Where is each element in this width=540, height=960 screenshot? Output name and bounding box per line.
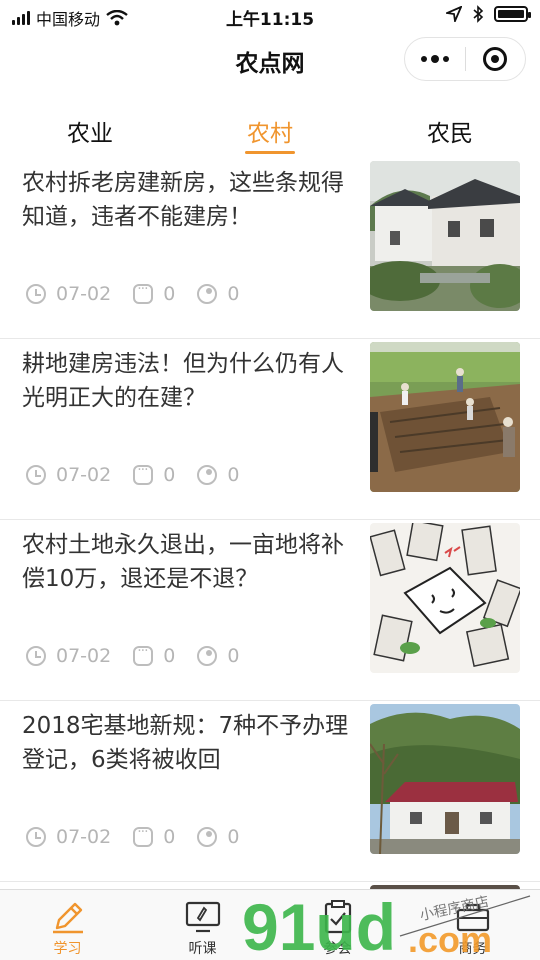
category-tabs: 农业 农村 农民 — [0, 100, 540, 158]
comment-count: 0 — [163, 283, 176, 305]
comment-count: 0 — [163, 464, 176, 486]
comment-count: 0 — [163, 645, 176, 667]
bottom-tab-bar: 学习 听课 参会 商务 — [0, 889, 540, 960]
article-thumbnail — [370, 523, 520, 673]
tabbar-item-study[interactable]: 学习 — [0, 890, 135, 960]
clipboard-icon — [324, 900, 351, 934]
clock-icon — [26, 465, 46, 485]
clock-icon — [26, 646, 46, 666]
status-bar: 中国移动 上午11:15 — [0, 0, 540, 32]
close-circle-icon — [483, 47, 508, 71]
tab-agriculture[interactable]: 农业 — [0, 100, 180, 158]
nav-bar: 农点网 — [0, 32, 540, 88]
article-item[interactable]: 耕地建房违法！但为什么仍有人光明正大的在建？ 07-02 0 0 — [0, 339, 540, 520]
tabbar-item-lecture[interactable]: 听课 — [135, 890, 270, 960]
article-thumbnail — [370, 342, 520, 492]
location-arrow-icon — [446, 6, 462, 22]
comment-icon — [133, 462, 154, 485]
article-meta: 07-02 0 0 — [26, 824, 261, 848]
article-date: 07-02 — [56, 645, 112, 667]
tab-farmers[interactable]: 农民 — [360, 100, 540, 158]
view-count: 0 — [227, 645, 240, 667]
article-date: 07-02 — [56, 283, 112, 305]
battery-icon — [494, 6, 531, 22]
article-title: 2018宅基地新规：7种不予办理登记，6类将被收回 — [22, 713, 349, 773]
comment-icon — [133, 281, 154, 304]
tabbar-item-meeting[interactable]: 参会 — [270, 890, 405, 960]
view-count: 0 — [227, 464, 240, 486]
tab-rural[interactable]: 农村 — [180, 100, 360, 158]
article-title: 农村土地永久退出，一亩地将补偿10万，退还是不退？ — [22, 532, 344, 592]
miniprogram-capsule — [404, 37, 526, 81]
tabbar-label: 商务 — [458, 941, 487, 957]
article-thumbnail — [370, 161, 520, 311]
article-item[interactable]: 农村拆老房建新房，这些条规得知道，违者不能建房！ 07-02 0 0 — [0, 158, 540, 339]
comment-icon — [133, 824, 154, 847]
tabbar-item-business[interactable]: 商务 — [405, 890, 540, 960]
view-count: 0 — [227, 283, 240, 305]
clock-icon — [26, 284, 46, 304]
article-title: 农村拆老房建新房，这些条规得知道，违者不能建房！ — [22, 170, 344, 230]
tabbar-label: 听课 — [188, 941, 217, 957]
article-date: 07-02 — [56, 464, 112, 486]
article-title: 耕地建房违法！但为什么仍有人光明正大的在建？ — [22, 351, 344, 411]
tab-label: 农村 — [247, 121, 293, 147]
view-count: 0 — [227, 826, 240, 848]
eye-icon — [197, 646, 218, 666]
eye-icon — [197, 284, 218, 304]
tabbar-label: 学习 — [53, 941, 82, 957]
tabbar-label: 参会 — [323, 941, 352, 957]
article-meta: 07-02 0 0 — [26, 281, 261, 305]
comment-count: 0 — [163, 826, 176, 848]
article-thumbnail — [370, 704, 520, 854]
eye-icon — [197, 827, 218, 847]
bluetooth-icon — [473, 5, 484, 23]
comment-icon — [133, 643, 154, 666]
status-right — [446, 5, 531, 23]
pencil-icon — [52, 902, 83, 934]
briefcase-icon — [456, 903, 489, 932]
close-button[interactable] — [465, 38, 525, 80]
article-meta: 07-02 0 0 — [26, 462, 261, 486]
more-button[interactable] — [405, 38, 465, 80]
article-meta: 07-02 0 0 — [26, 643, 261, 667]
monitor-icon — [185, 901, 220, 933]
article-item[interactable]: 2018宅基地新规：7种不予办理登记，6类将被收回 07-02 0 0 — [0, 701, 540, 882]
article-item[interactable]: 农村土地永久退出，一亩地将补偿10万，退还是不退？ 07-02 0 0 — [0, 520, 540, 701]
active-tab-indicator — [245, 151, 295, 154]
clock-icon — [26, 827, 46, 847]
article-date: 07-02 — [56, 826, 112, 848]
tab-label: 农民 — [427, 121, 473, 147]
article-list: 农村拆老房建新房，这些条规得知道，违者不能建房！ 07-02 0 0 — [0, 158, 540, 942]
tab-label: 农业 — [67, 121, 113, 147]
eye-icon — [197, 465, 218, 485]
